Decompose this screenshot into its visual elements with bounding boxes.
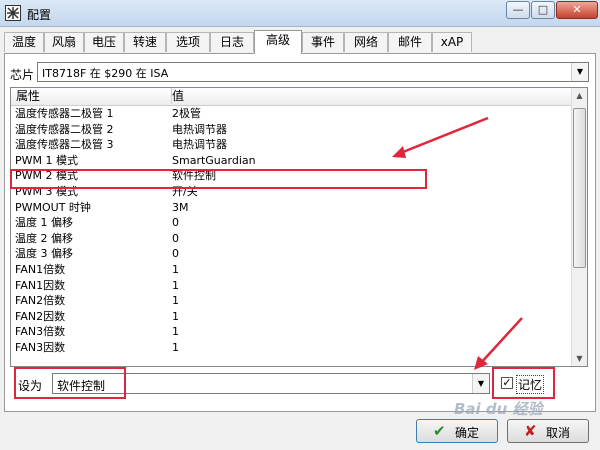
list-row[interactable]: 温度传感器二极管 2 电热调节器 <box>11 122 573 138</box>
row-value: 3M <box>172 200 189 214</box>
chevron-down-icon[interactable]: ▼ <box>472 374 489 393</box>
row-property: 温度传感器二极管 1 <box>15 107 114 120</box>
chip-select[interactable]: IT8718F 在 $290 在 ISA ▼ <box>37 62 589 82</box>
row-property: FAN1倍数 <box>15 263 66 276</box>
remember-label[interactable]: 记忆 <box>516 375 545 394</box>
tab-email[interactable]: 邮件 <box>388 32 432 52</box>
row-value: 0 <box>172 231 179 245</box>
tab-options[interactable]: 选项 <box>166 32 210 52</box>
tab-temperature[interactable]: 温度 <box>4 32 44 52</box>
chevron-down-icon[interactable]: ▼ <box>571 63 588 81</box>
row-property: 温度传感器二极管 3 <box>15 138 114 152</box>
list-row[interactable]: PWM 1 模式 SmartGuardian <box>11 153 573 169</box>
list-row[interactable]: PWMOUT 时钟 3M <box>11 200 573 216</box>
row-property: PWM 2 模式 <box>15 169 78 183</box>
row-value: 开/关 <box>172 185 198 198</box>
row-property: 温度 2 偏移 <box>15 231 73 245</box>
row-value: 电热调节器 <box>172 122 227 136</box>
set-as-select[interactable]: 软件控制 ▼ <box>52 373 490 394</box>
row-value: 软件控制 <box>172 169 216 183</box>
row-value: 2极管 <box>172 107 201 120</box>
scroll-up-icon[interactable]: ▲ <box>572 88 587 103</box>
tab-xap[interactable]: xAP <box>432 32 472 52</box>
set-as-label: 设为 <box>18 379 43 393</box>
row-property: FAN3因数 <box>15 341 66 354</box>
app-icon <box>5 5 21 21</box>
list-row[interactable]: 温度 1 偏移 0 <box>11 215 573 231</box>
list-row[interactable]: FAN3因数 1 <box>11 340 573 356</box>
minimize-button[interactable]: — <box>506 1 530 19</box>
list-row[interactable]: 温度传感器二极管 1 2极管 <box>11 106 573 122</box>
list-row[interactable]: 温度 2 偏移 0 <box>11 231 573 247</box>
chip-value: IT8718F 在 $290 在 ISA <box>42 67 169 80</box>
checkbox-box[interactable]: ✓ <box>501 377 513 389</box>
window-title: 配置 <box>27 8 52 22</box>
row-property: 温度 1 偏移 <box>15 216 73 230</box>
ok-button-label: 确定 <box>455 426 480 440</box>
tab-events[interactable]: 事件 <box>302 32 344 52</box>
list-scrollbar[interactable]: ▲ ▼ <box>571 88 587 366</box>
list-row[interactable]: FAN2因数 1 <box>11 309 573 325</box>
scroll-down-icon[interactable]: ▼ <box>572 351 587 366</box>
list-row[interactable]: 温度 3 偏移 0 <box>11 246 573 262</box>
list-row[interactable]: PWM 3 模式 开/关 <box>11 184 573 200</box>
row-value: SmartGuardian <box>172 153 256 167</box>
row-value: 1 <box>172 309 179 323</box>
checkmark-icon: ✔ <box>433 422 446 440</box>
row-property: FAN2因数 <box>15 309 66 323</box>
list-header: 属性 值 <box>11 88 573 106</box>
title-bar: 配置 — □ ✕ <box>0 0 600 27</box>
row-value: 0 <box>172 247 179 261</box>
cancel-button-label: 取消 <box>546 426 571 440</box>
tab-speed[interactable]: 转速 <box>124 32 166 52</box>
row-value: 1 <box>172 278 179 292</box>
row-property: PWM 3 模式 <box>15 185 78 198</box>
maximize-button[interactable]: □ <box>531 1 555 19</box>
cross-icon: ✘ <box>524 422 537 440</box>
row-property: PWMOUT 时钟 <box>15 200 91 214</box>
row-value: 1 <box>172 263 179 276</box>
row-property: 温度传感器二极管 2 <box>15 122 114 136</box>
row-property: 温度 3 偏移 <box>15 247 73 261</box>
watermark: Bai du 经验 <box>454 400 543 418</box>
tab-voltage[interactable]: 电压 <box>84 32 124 52</box>
cancel-button[interactable]: ✘ 取消 <box>507 419 589 443</box>
row-property: FAN2倍数 <box>15 294 66 308</box>
tab-advanced[interactable]: 高级 <box>254 30 302 54</box>
list-row[interactable]: FAN1因数 1 <box>11 278 573 294</box>
tab-network[interactable]: 网络 <box>344 32 388 52</box>
list-row[interactable]: PWM 2 模式 软件控制 <box>11 168 573 184</box>
list-row[interactable]: FAN2倍数 1 <box>11 293 573 309</box>
row-property: FAN3倍数 <box>15 325 66 339</box>
row-property: FAN1因数 <box>15 278 66 292</box>
chip-label: 芯片 <box>10 68 35 82</box>
property-list[interactable]: 属性 值 温度传感器二极管 1 2极管 温度传感器二极管 2 电热调节器 温度传感器二极… <box>10 87 588 367</box>
row-value: 电热调节器 <box>172 138 227 152</box>
list-row[interactable]: FAN1倍数 1 <box>11 262 573 278</box>
close-button[interactable]: ✕ <box>556 1 598 19</box>
remember-checkbox[interactable]: ✓ 记忆 <box>497 373 549 394</box>
ok-button[interactable]: ✔ 确定 <box>416 419 498 443</box>
row-value: 1 <box>172 294 179 308</box>
tab-fans[interactable]: 风扇 <box>44 32 84 52</box>
list-row[interactable]: FAN3倍数 1 <box>11 324 573 340</box>
row-value: 0 <box>172 216 179 230</box>
row-property: PWM 1 模式 <box>15 153 78 167</box>
tab-log[interactable]: 日志 <box>210 32 254 52</box>
set-as-value: 软件控制 <box>57 379 106 393</box>
column-header-value[interactable]: 值 <box>172 88 184 104</box>
scrollbar-thumb[interactable] <box>573 108 586 268</box>
column-header-property[interactable]: 属性 <box>11 88 172 104</box>
list-row[interactable]: 温度传感器二极管 3 电热调节器 <box>11 137 573 153</box>
row-value: 1 <box>172 325 179 339</box>
row-value: 1 <box>172 341 179 354</box>
